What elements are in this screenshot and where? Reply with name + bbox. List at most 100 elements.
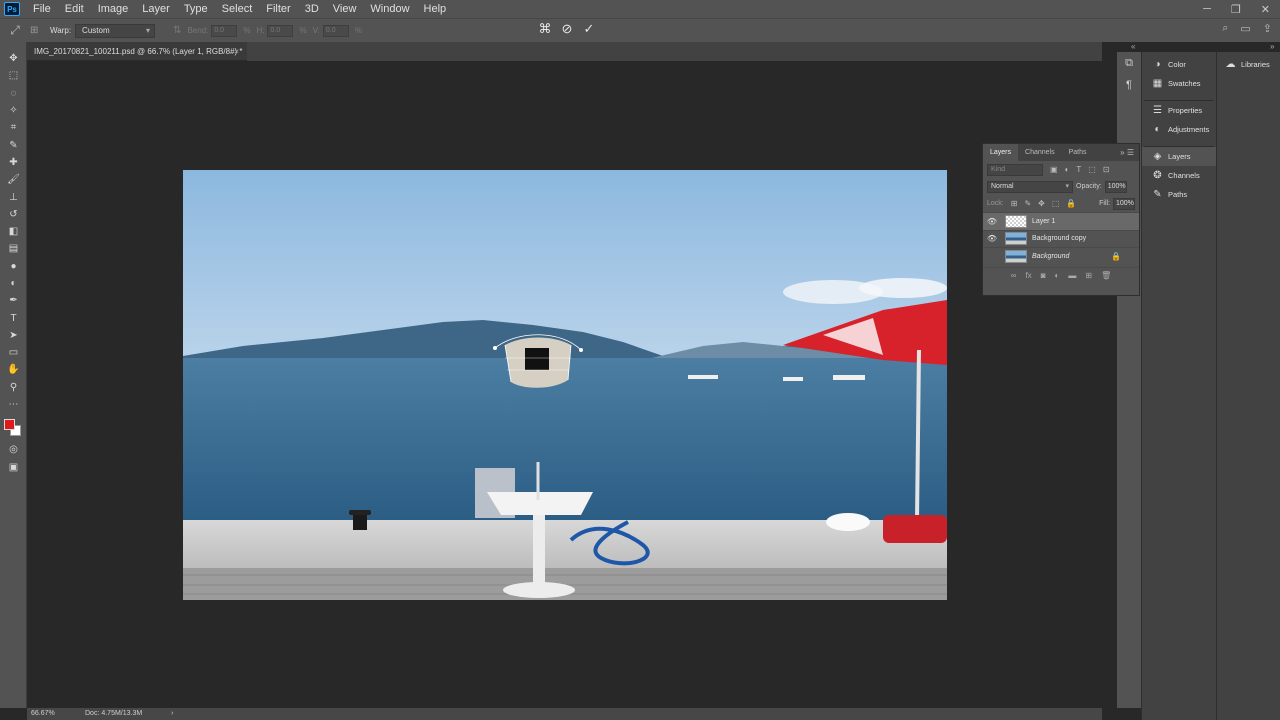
more-tools-icon[interactable]: ⋯ [0, 396, 27, 413]
eyedropper-tool-icon[interactable]: ✎ [0, 136, 27, 153]
h-input[interactable]: 0.0 [267, 24, 294, 37]
path-selection-tool-icon[interactable]: ➤ [0, 327, 27, 344]
crop-tool-icon[interactable]: ⌗ [0, 119, 27, 136]
quick-mask-icon[interactable]: ◎ [0, 441, 27, 458]
clone-stamp-tool-icon[interactable]: ⊥ [0, 188, 27, 205]
screen-mode-icon[interactable]: ▣ [0, 459, 27, 476]
opacity-input[interactable]: 100% [1104, 180, 1127, 193]
visibility-eye-icon[interactable]: 👁 [983, 217, 1001, 226]
grid-icon: ▦ [1152, 78, 1163, 89]
collapse-dock-icon[interactable]: « [1131, 42, 1135, 52]
workspace-icon[interactable]: ▭ [1240, 22, 1250, 35]
new-layer-icon[interactable]: ⊞ [1085, 271, 1092, 280]
type-tool-icon[interactable]: T [0, 309, 27, 326]
delete-layer-icon[interactable]: 🗑 [1101, 271, 1111, 280]
document-canvas[interactable] [183, 170, 947, 600]
menu-image[interactable]: Image [91, 0, 136, 18]
tab-layers[interactable]: Layers [983, 144, 1019, 161]
link-layers-icon[interactable]: ∞ [1011, 271, 1017, 280]
marquee-tool-icon[interactable]: ⬚ [0, 67, 27, 84]
tool-preset-icon[interactable]: ⊞ [30, 25, 44, 36]
panel-channels[interactable]: ❂ Channels [1142, 166, 1216, 185]
history-icon[interactable]: ⧉ [1117, 52, 1141, 74]
lock-position-icon[interactable]: ✥ [1038, 199, 1045, 208]
search-icon[interactable]: ⌕ [1222, 22, 1228, 35]
restore-icon[interactable]: ❐ [1231, 3, 1241, 16]
brush-settings-icon[interactable]: ¶ [1117, 74, 1141, 96]
panel-color[interactable]: ◑ Color [1142, 55, 1216, 74]
hand-tool-icon[interactable]: ✋ [0, 361, 27, 378]
tab-channels[interactable]: Channels [1018, 144, 1062, 161]
menu-3d[interactable]: 3D [298, 0, 326, 18]
adjustment-layer-icon[interactable]: ◐ [1055, 271, 1060, 280]
lock-transparent-icon[interactable]: ⊞ [1011, 199, 1018, 208]
tab-paths[interactable]: Paths [1062, 144, 1094, 161]
add-mask-icon[interactable]: ◙ [1041, 271, 1046, 280]
new-group-icon[interactable]: ▬ [1068, 271, 1076, 280]
panel-layers[interactable]: ◈ Layers [1142, 147, 1216, 166]
document-close-icon[interactable]: × [234, 42, 239, 61]
layer-row-background-copy[interactable]: 👁 Background copy [983, 229, 1139, 248]
magic-wand-tool-icon[interactable]: ✧ [0, 102, 27, 119]
document-tab[interactable]: IMG_20170821_100211.psd @ 66.7% (Layer 1… [27, 42, 247, 61]
panel-adjustments[interactable]: ◐ Adjustments [1142, 120, 1216, 139]
rectangle-tool-icon[interactable]: ▭ [0, 344, 27, 361]
panel-paths[interactable]: ✎ Paths [1142, 185, 1216, 204]
zoom-level[interactable]: 66.67% [27, 708, 85, 720]
cancel-transform-icon[interactable]: ⊘ [560, 21, 574, 37]
history-brush-tool-icon[interactable]: ↺ [0, 206, 27, 223]
menu-layer[interactable]: Layer [135, 0, 177, 18]
lasso-tool-icon[interactable]: ◌ [0, 85, 27, 102]
menu-edit[interactable]: Edit [58, 0, 91, 18]
pen-tool-icon[interactable]: ✒ [0, 292, 27, 309]
panel-properties[interactable]: ☰ Properties [1142, 101, 1216, 120]
dodge-tool-icon[interactable]: ◐ [0, 275, 27, 292]
photoshop-logo: Ps [4, 2, 20, 16]
brush-tool-icon[interactable]: 🖌 [0, 171, 27, 188]
warp-orientation-icon[interactable]: ⇅ [173, 25, 181, 36]
close-icon[interactable]: ✕ [1261, 3, 1270, 16]
status-menu-arrow[interactable]: › [171, 708, 173, 720]
healing-brush-tool-icon[interactable]: ✚ [0, 154, 27, 171]
fill-input[interactable]: 100% [1113, 197, 1135, 210]
blur-tool-icon[interactable]: ● [0, 258, 27, 275]
menu-view[interactable]: View [326, 0, 364, 18]
layer-row-background[interactable]: Background 🔒 [983, 247, 1139, 265]
visibility-eye-icon[interactable]: 👁 [983, 234, 1001, 243]
menu-type[interactable]: Type [177, 0, 215, 18]
layer-row-layer-1[interactable]: 👁 Layer 1 [983, 212, 1139, 230]
transform-tool-icon[interactable]: ⤢ [0, 23, 30, 38]
blend-mode-select[interactable]: Normal [987, 180, 1073, 193]
bend-input[interactable]: 0.0 [211, 24, 238, 37]
filter-pixel-icon[interactable]: ▣ [1050, 165, 1058, 174]
filter-shape-icon[interactable]: ⬚ [1088, 165, 1096, 174]
gradient-tool-icon[interactable]: ▤ [0, 240, 27, 257]
panel-libraries[interactable]: ☁ Libraries [1217, 55, 1280, 74]
menu-file[interactable]: File [26, 0, 58, 18]
lock-all-icon[interactable]: 🔒 [1066, 199, 1076, 208]
eraser-tool-icon[interactable]: ◧ [0, 223, 27, 240]
minimize-icon[interactable]: ─ [1203, 3, 1211, 15]
menu-help[interactable]: Help [417, 0, 454, 18]
lock-image-icon[interactable]: ✎ [1024, 199, 1031, 208]
layer-style-icon[interactable]: fx [1025, 271, 1031, 280]
warp-style-select[interactable]: Custom [75, 23, 156, 38]
puppet-warp-icon[interactable]: ⌘ [538, 21, 552, 37]
share-icon[interactable]: ⇪ [1263, 22, 1272, 35]
v-input[interactable]: 0.0 [322, 24, 349, 37]
foreground-color-swatch[interactable] [4, 419, 15, 431]
lock-artboard-icon[interactable]: ⬚ [1052, 199, 1060, 208]
zoom-tool-icon[interactable]: ⚲ [0, 379, 27, 396]
panel-swatches[interactable]: ▦ Swatches [1142, 74, 1216, 93]
commit-transform-icon[interactable]: ✓ [582, 21, 596, 37]
filter-smart-icon[interactable]: ⊡ [1103, 165, 1110, 174]
collapse-libraries-icon[interactable]: » [1270, 42, 1274, 52]
menu-select[interactable]: Select [215, 0, 260, 18]
menu-window[interactable]: Window [363, 0, 416, 18]
filter-adjustment-icon[interactable]: ◐ [1065, 165, 1070, 174]
menu-filter[interactable]: Filter [259, 0, 297, 18]
panel-menu-icon[interactable]: » ☰ [1120, 148, 1139, 157]
move-tool-icon[interactable]: ✥ [0, 50, 27, 67]
filter-type-icon[interactable]: T [1076, 165, 1081, 174]
layer-filter-kind[interactable]: Kind [987, 163, 1043, 176]
